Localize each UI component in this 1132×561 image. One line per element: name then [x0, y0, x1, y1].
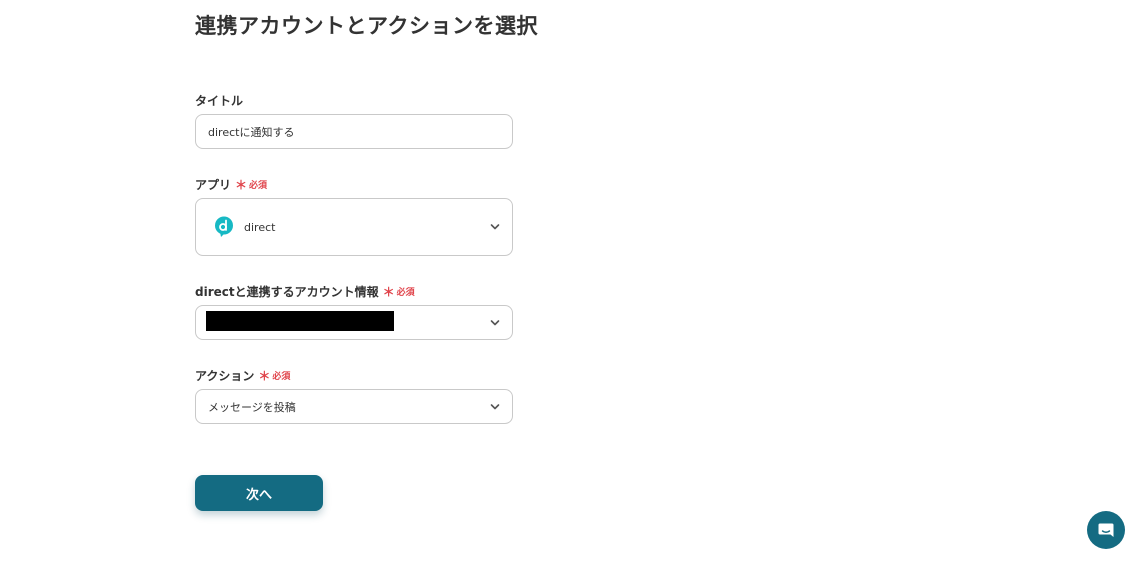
required-mark: ＊: [235, 178, 248, 192]
action-select-value: メッセージを投稿: [208, 400, 296, 414]
app-select[interactable]: direct: [195, 198, 513, 256]
account-select[interactable]: [195, 305, 513, 340]
title-label: タイトル: [195, 92, 243, 109]
title-input[interactable]: directに通知する: [195, 114, 513, 149]
required-mark: ＊: [382, 285, 395, 299]
redacted-account-value: [206, 311, 394, 331]
required-mark: ＊: [258, 369, 271, 383]
app-select-value: direct: [244, 220, 276, 234]
page-title: 連携アカウントとアクションを選択: [195, 14, 538, 38]
account-label: directと連携するアカウント情報 ＊ 必須: [195, 283, 415, 300]
next-button[interactable]: 次へ: [195, 475, 323, 511]
account-label-text: directと連携するアカウント情報: [195, 285, 379, 299]
required-badge: ＊ 必須: [235, 176, 267, 193]
title-label-text: タイトル: [195, 94, 244, 108]
action-label: アクション ＊ 必須: [195, 367, 290, 384]
chevron-down-icon: [490, 224, 500, 230]
required-text: 必須: [396, 288, 415, 298]
app-label: アプリ ＊ 必須: [195, 176, 267, 193]
required-text: 必須: [249, 181, 268, 191]
page: 連携アカウントとアクションを選択 タイトル directに通知する アプリ ＊ …: [0, 0, 1132, 561]
chat-bubble-icon: [1098, 523, 1114, 537]
title-input-value: directに通知する: [208, 125, 295, 139]
required-badge: ＊ 必須: [258, 367, 290, 384]
app-label-text: アプリ: [195, 178, 232, 192]
action-label-text: アクション: [195, 369, 255, 383]
chevron-down-icon: [490, 403, 500, 409]
required-text: 必須: [272, 372, 291, 382]
direct-logo-icon: [215, 216, 233, 237]
required-badge: ＊ 必須: [383, 283, 415, 300]
chevron-down-icon: [490, 319, 500, 325]
chat-launcher-button[interactable]: [1087, 511, 1125, 549]
action-select[interactable]: メッセージを投稿: [195, 389, 513, 424]
